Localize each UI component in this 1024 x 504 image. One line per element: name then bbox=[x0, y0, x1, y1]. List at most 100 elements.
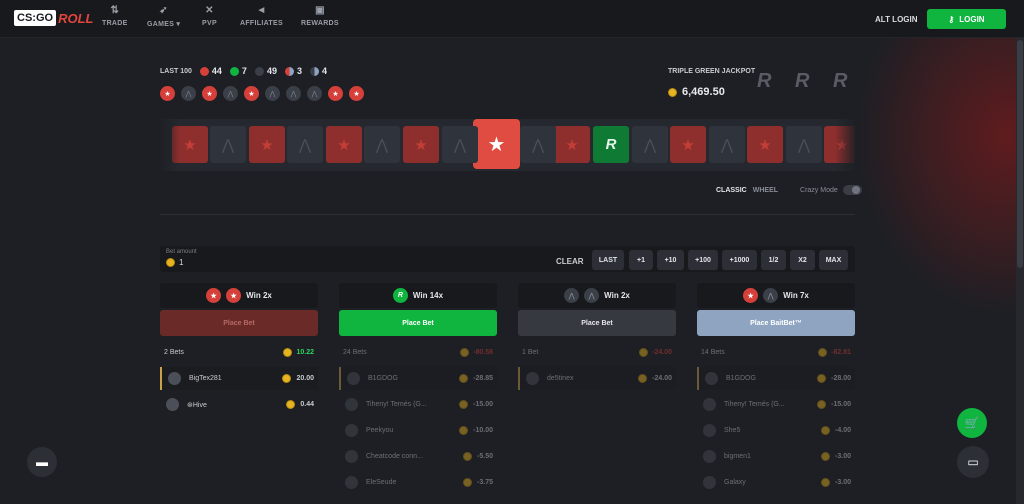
logo-roll-text: ROLL bbox=[58, 10, 94, 26]
place-bet-button[interactable]: Place Bet bbox=[339, 310, 497, 336]
bet-row: B1GDOG -28.85 bbox=[339, 367, 497, 390]
nav-games[interactable]: ➶ GAMES ▾ bbox=[147, 5, 180, 28]
avatar[interactable] bbox=[345, 476, 358, 489]
ct-tile-icon: ⋀ bbox=[287, 126, 323, 163]
coin-icon bbox=[459, 374, 469, 383]
mode-wheel[interactable]: WHEEL bbox=[753, 187, 778, 194]
bettor-name[interactable]: B1GDOG bbox=[368, 375, 398, 382]
ct-tile-icon: ⋀ bbox=[520, 126, 556, 163]
coin-icon bbox=[817, 374, 827, 383]
green-tile-icon: R bbox=[593, 126, 629, 163]
megaphone-icon: ◄ bbox=[256, 5, 267, 16]
bet-row: Peekyou -10.00 bbox=[339, 419, 497, 442]
bet-amount: -10.00 bbox=[459, 426, 493, 435]
bet-max-button[interactable]: MAX bbox=[819, 250, 848, 270]
ct-badge-icon: ⋀ bbox=[223, 86, 238, 101]
t-badge-icon: ★ bbox=[160, 86, 175, 101]
bet-row: Galaxy -3.00 bbox=[697, 471, 855, 494]
t-dot-icon bbox=[199, 66, 209, 76]
avatar[interactable] bbox=[703, 450, 716, 463]
login-button[interactable]: ⚷ LOGIN bbox=[927, 9, 1006, 29]
bet-totals: 2 Bets 10.22 bbox=[160, 348, 318, 357]
bettor-name[interactable]: de5tinex bbox=[547, 375, 573, 382]
bet-plus1-button[interactable]: +1 bbox=[629, 250, 653, 270]
nav-trade[interactable]: ⇅ TRADE bbox=[102, 5, 128, 27]
bet-total: 10.22 bbox=[283, 348, 314, 357]
place-bet-button[interactable]: Place Bet bbox=[518, 310, 676, 336]
csgoroll-logo[interactable]: CS:GO ROLL bbox=[14, 8, 93, 28]
bet-double-button[interactable]: X2 bbox=[790, 250, 815, 270]
bettor-name[interactable]: She5 bbox=[724, 427, 740, 434]
chevron-down-icon: ▾ bbox=[176, 21, 181, 28]
bettor-name[interactable]: Tiheny! Temés (G... bbox=[724, 401, 785, 408]
cart-button[interactable]: 🛒 bbox=[957, 408, 987, 438]
avatar[interactable] bbox=[526, 372, 539, 385]
avatar[interactable] bbox=[345, 450, 358, 463]
t-badge-icon: ★ bbox=[202, 86, 217, 101]
avatar[interactable] bbox=[705, 372, 718, 385]
page-scrollbar[interactable] bbox=[1016, 38, 1024, 504]
place-bet-button[interactable]: Place BaitBet™ bbox=[697, 310, 855, 336]
avatar[interactable] bbox=[703, 476, 716, 489]
avatar[interactable] bbox=[703, 424, 716, 437]
avatar[interactable] bbox=[345, 398, 358, 411]
mode-classic[interactable]: CLASSIC bbox=[716, 187, 747, 194]
divider bbox=[160, 214, 855, 215]
avatar[interactable] bbox=[347, 372, 360, 385]
bettor-name[interactable]: BigTex281 bbox=[189, 375, 222, 382]
bet-amount: -15.00 bbox=[459, 400, 493, 409]
bet-column: ⋀ ⋀ Win 2x Place Bet 1 Bet -24.00 de5tinex -24.… bbox=[518, 283, 676, 393]
nav-rewards-label: REWARDS bbox=[301, 20, 339, 27]
crazy-mode-toggle[interactable] bbox=[842, 185, 862, 195]
scrollbar-thumb[interactable] bbox=[1017, 40, 1023, 268]
bet-amount: -3.75 bbox=[463, 478, 493, 487]
bet-amount: -28.85 bbox=[459, 374, 493, 383]
bet-count: 1 Bet bbox=[522, 349, 539, 356]
nav-pvp-label: PVP bbox=[202, 20, 217, 27]
t-badge-icon: ★ bbox=[743, 288, 759, 303]
bet-last-button[interactable]: LAST bbox=[592, 250, 624, 270]
clear-button[interactable]: CLEAR bbox=[556, 257, 584, 266]
avatar[interactable] bbox=[168, 372, 181, 385]
bettor-name[interactable]: Cheatcode conn... bbox=[366, 453, 423, 460]
chat-button[interactable]: ▬ bbox=[27, 447, 57, 477]
support-chat-button[interactable]: ▭ bbox=[957, 446, 989, 478]
bettor-name[interactable]: Tiheny! Temés (G... bbox=[366, 401, 427, 408]
bet-column: ★ ⋀ Win 7x Place BaitBet™ 14 Bets -82.81 B1GDO… bbox=[697, 283, 855, 497]
bet-total: -24.00 bbox=[639, 348, 672, 357]
bet-plus1000-button[interactable]: +1000 bbox=[722, 250, 757, 270]
bet-count: 24 Bets bbox=[343, 349, 367, 356]
bettor-name[interactable]: bigmen1 bbox=[724, 453, 751, 460]
nav-pvp[interactable]: ✕ PVP bbox=[202, 5, 217, 27]
ct-badge-icon: ⋀ bbox=[286, 86, 301, 101]
coin-icon bbox=[668, 87, 677, 97]
ct-badge-icon: ⋀ bbox=[265, 86, 280, 101]
bet-plus10-button[interactable]: +10 bbox=[657, 250, 684, 270]
bettor-name[interactable]: EleSeude bbox=[366, 479, 396, 486]
jackpot-amount: 6,469.50 bbox=[682, 86, 725, 98]
bet-plus100-button[interactable]: +100 bbox=[688, 250, 718, 270]
support-chat-icon: ▭ bbox=[967, 455, 979, 469]
bettor-name[interactable]: B1GDOG bbox=[726, 375, 756, 382]
avatar[interactable] bbox=[345, 424, 358, 437]
swords-icon: ✕ bbox=[205, 5, 214, 16]
bet-row: EleSeude -3.75 bbox=[339, 471, 497, 494]
avatar[interactable] bbox=[166, 398, 179, 411]
place-bet-button[interactable]: Place Bet bbox=[160, 310, 318, 336]
bet-totals: 1 Bet -24.00 bbox=[518, 348, 676, 357]
nav-rewards[interactable]: ▣ REWARDS bbox=[301, 5, 339, 27]
nav-affiliates[interactable]: ◄ AFFILIATES bbox=[240, 5, 283, 27]
bet-half-button[interactable]: 1/2 bbox=[761, 250, 786, 270]
avatar[interactable] bbox=[703, 398, 716, 411]
coin-icon bbox=[463, 478, 473, 487]
mode-switch: CLASSIC WHEEL Crazy Mode bbox=[716, 185, 862, 195]
alt-login-link[interactable]: ALT LOGIN bbox=[875, 15, 918, 24]
bettor-name[interactable]: Peekyou bbox=[366, 427, 393, 434]
reel-fade-right bbox=[835, 119, 855, 171]
logo-cs-text: CS:GO bbox=[14, 10, 57, 26]
t-badge-icon: ★ bbox=[328, 86, 343, 101]
nav-games-label: GAMES ▾ bbox=[147, 21, 181, 28]
jackpot-r-icon: R bbox=[757, 70, 772, 92]
bettor-name[interactable]: Galaxy bbox=[724, 479, 746, 486]
bettor-name[interactable]: ⊛Hive bbox=[187, 401, 207, 409]
